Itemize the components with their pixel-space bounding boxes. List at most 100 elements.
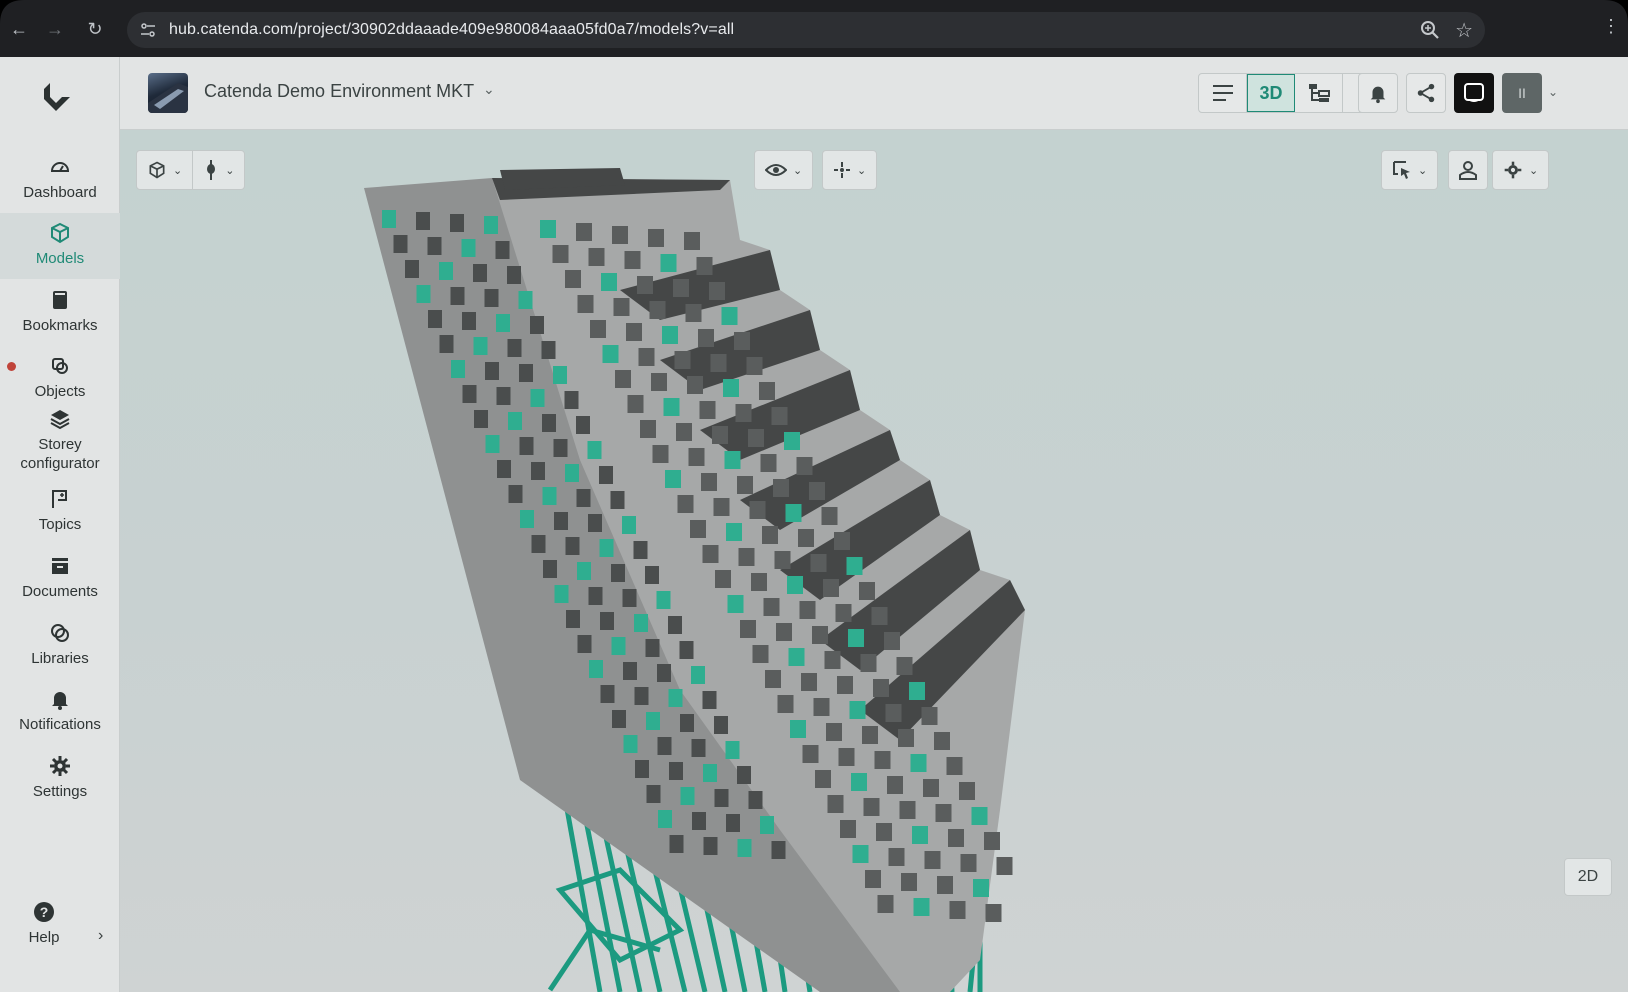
help-label: Help xyxy=(28,929,60,946)
bookmark-star-icon[interactable]: ☆ xyxy=(1455,18,1473,43)
window xyxy=(921,707,938,725)
catenda-logo[interactable] xyxy=(36,77,76,117)
project-header: Catenda Demo Environment MKT ⌄ 3D i xyxy=(120,57,1628,130)
window xyxy=(656,591,671,609)
window xyxy=(796,457,813,475)
window xyxy=(554,585,569,603)
chevron-down-icon[interactable]: ⌄ xyxy=(1548,85,1558,99)
window xyxy=(669,762,683,780)
back-arrow-icon[interactable]: ← xyxy=(6,16,32,42)
window xyxy=(531,462,545,480)
sidebar-item-help[interactable]: ? Help xyxy=(0,892,88,958)
view-cube-button[interactable]: ⌄ xyxy=(137,151,194,189)
window xyxy=(691,739,706,757)
window xyxy=(776,623,792,641)
window xyxy=(680,787,695,805)
section-icon xyxy=(207,160,216,180)
sidebar-item-settings[interactable]: Settings xyxy=(0,746,120,812)
reload-icon[interactable]: ↻ xyxy=(82,16,108,42)
sidebar-item-libraries[interactable]: Libraries xyxy=(0,613,120,679)
window xyxy=(862,726,878,744)
sidebar-item-storey-configurator[interactable]: Storey configurator xyxy=(0,403,120,479)
share-button[interactable] xyxy=(1406,73,1446,113)
window xyxy=(552,245,569,263)
window xyxy=(416,212,430,230)
window xyxy=(734,332,750,350)
3d-viewport[interactable]: ⌄ ⌄ ⌄ ⌄ ⌄ ⌄ 2D xyxy=(120,130,1628,992)
window xyxy=(602,345,619,363)
window xyxy=(692,812,706,830)
explode-button[interactable]: ⌄ xyxy=(823,151,876,189)
user-avatar[interactable]: II xyxy=(1502,73,1542,113)
sidebar-item-bookmarks[interactable]: Bookmarks xyxy=(0,280,120,346)
window xyxy=(651,373,667,391)
2d-mode-button[interactable]: 2D xyxy=(1564,858,1612,896)
address-bar[interactable]: hub.catenda.com/project/30902ddaaade409e… xyxy=(127,12,1485,48)
chevron-down-icon[interactable]: ⌄ xyxy=(483,81,495,98)
window xyxy=(611,564,625,582)
sidebar-item-documents[interactable]: Documents xyxy=(0,546,120,612)
window xyxy=(765,670,781,688)
site-settings-icon[interactable] xyxy=(139,21,157,39)
window xyxy=(885,704,902,722)
window xyxy=(565,537,580,555)
window xyxy=(588,587,603,605)
window xyxy=(634,614,648,632)
list-view-button[interactable] xyxy=(1199,74,1247,112)
window xyxy=(439,262,453,280)
window xyxy=(565,464,579,482)
chat-button[interactable] xyxy=(1454,73,1494,113)
viewer-settings-button[interactable]: ⌄ xyxy=(1493,151,1548,189)
select-tool[interactable]: ⌄ xyxy=(1381,150,1439,190)
window xyxy=(802,745,819,763)
window xyxy=(599,539,614,557)
window xyxy=(530,316,544,334)
chevron-down-icon: ⌄ xyxy=(1418,164,1428,177)
window xyxy=(702,691,717,709)
window xyxy=(824,651,841,669)
window xyxy=(679,641,694,659)
window xyxy=(646,785,661,803)
section-tool-button[interactable]: ⌄ xyxy=(193,151,244,189)
expand-sidebar-chevron-icon[interactable]: › xyxy=(98,927,103,945)
window xyxy=(771,407,788,425)
window xyxy=(588,514,602,532)
window xyxy=(688,448,705,466)
window xyxy=(640,420,656,438)
window xyxy=(874,751,891,769)
explode-tool[interactable]: ⌄ xyxy=(822,150,878,190)
select-button[interactable]: ⌄ xyxy=(1382,151,1437,189)
forward-arrow-icon[interactable]: → xyxy=(42,16,68,42)
notifications-button[interactable] xyxy=(1358,73,1398,113)
project-thumbnail[interactable] xyxy=(148,73,188,113)
window xyxy=(577,295,594,313)
tree-view-button[interactable] xyxy=(1295,74,1343,112)
window xyxy=(676,423,692,441)
person-view-button[interactable] xyxy=(1448,150,1488,190)
window xyxy=(662,326,678,344)
3d-view-button[interactable]: 3D xyxy=(1247,74,1295,112)
window xyxy=(738,548,755,566)
window xyxy=(601,273,617,291)
window xyxy=(691,666,705,684)
window xyxy=(815,770,831,788)
sidebar-item-notifications[interactable]: Notifications xyxy=(0,679,120,745)
viewer-settings[interactable]: ⌄ xyxy=(1492,150,1550,190)
sidebar-item-dashboard[interactable]: Dashboard xyxy=(0,147,120,213)
sidebar-item-topics[interactable]: Topics xyxy=(0,479,120,545)
project-name[interactable]: Catenda Demo Environment MKT xyxy=(204,81,474,102)
window xyxy=(428,310,442,328)
sidebar-item-models[interactable]: Models xyxy=(0,213,120,279)
building-model[interactable] xyxy=(120,130,1628,992)
zoom-icon[interactable] xyxy=(1419,19,1441,41)
visibility-button[interactable]: ⌄ xyxy=(755,151,812,189)
window xyxy=(823,579,839,597)
window xyxy=(810,554,827,572)
browser-chrome: ← → ↻ hub.catenda.com/project/30902ddaaa… xyxy=(0,0,1628,57)
window xyxy=(737,476,753,494)
url-text[interactable]: hub.catenda.com/project/30902ddaaade409e… xyxy=(169,21,734,39)
window xyxy=(473,337,488,355)
window xyxy=(888,848,905,866)
visibility-tool[interactable]: ⌄ xyxy=(754,150,814,190)
browser-menu-icon[interactable]: ⋮ xyxy=(1602,16,1620,37)
